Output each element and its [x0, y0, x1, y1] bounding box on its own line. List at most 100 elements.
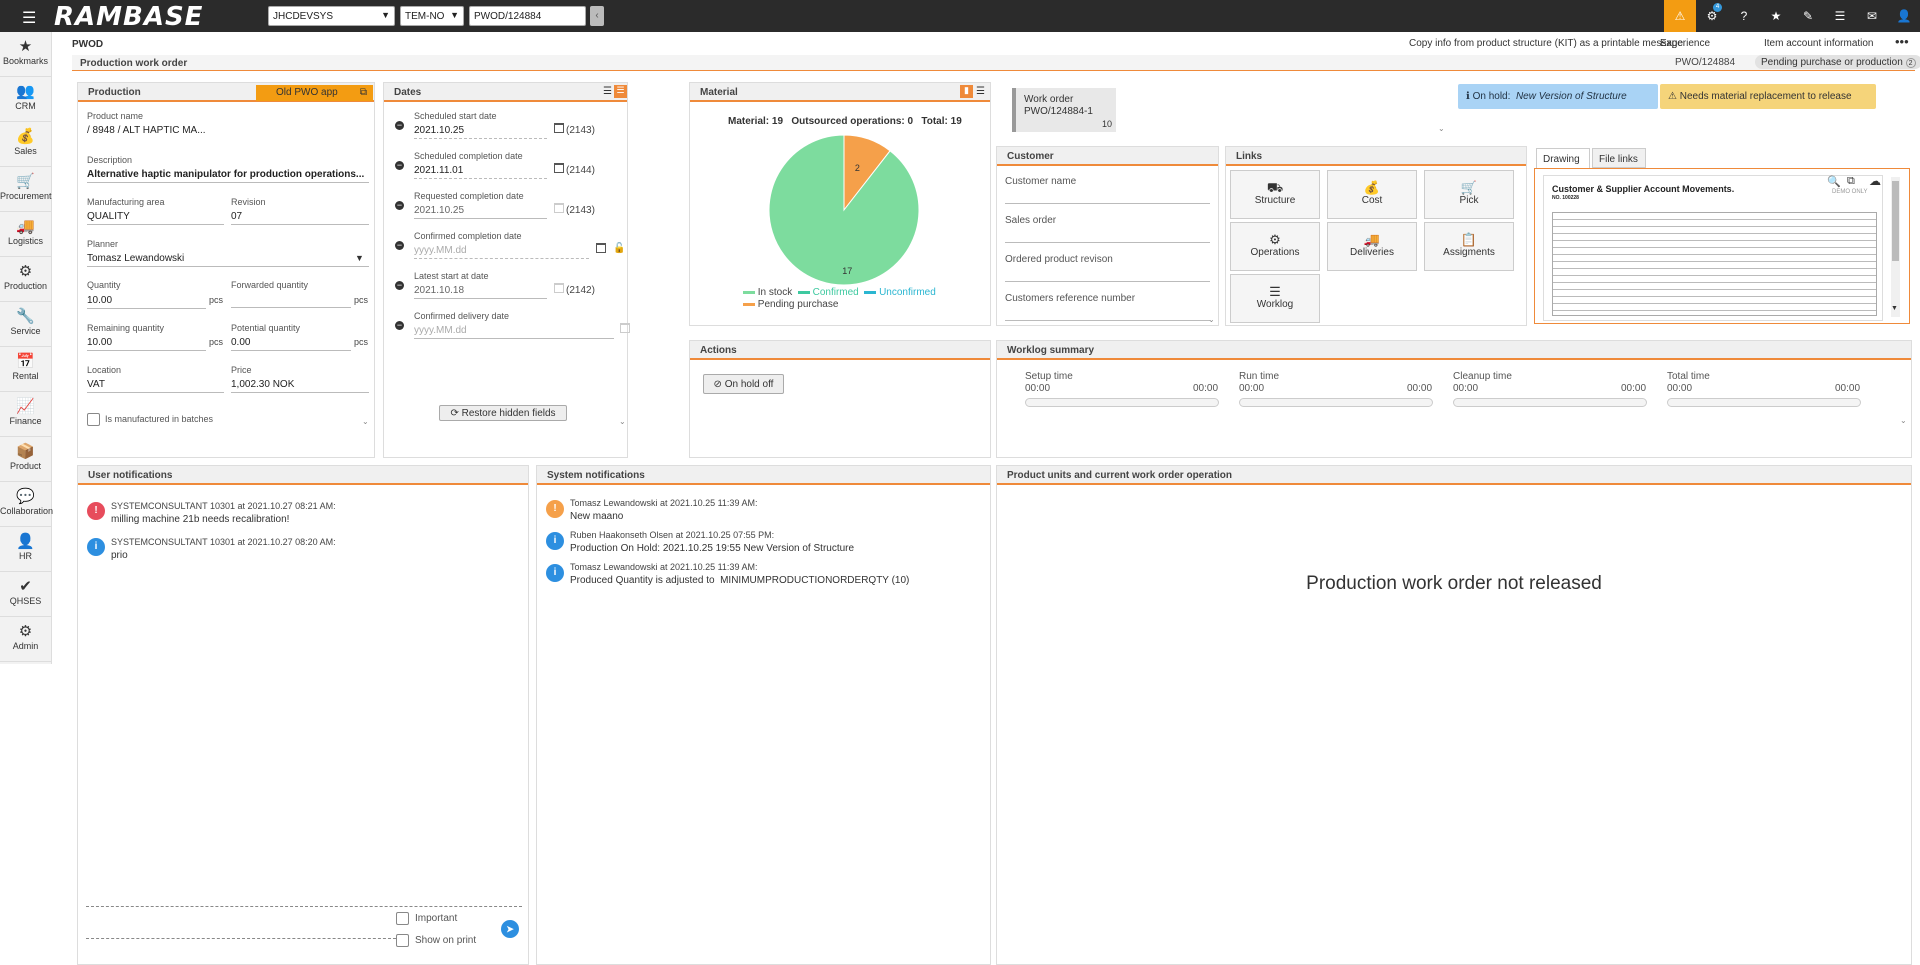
list-icon[interactable]: ☰: [1824, 0, 1856, 32]
sidebar-item-qhses[interactable]: ✔ QHSES: [0, 572, 51, 617]
customers-reference-field[interactable]: [1005, 320, 1210, 321]
chevron-down-icon[interactable]: ▼: [355, 253, 364, 263]
chart-view-icon[interactable]: ▮: [960, 85, 973, 98]
sidebar-item-crm[interactable]: 👥 CRM: [0, 77, 51, 122]
mail-icon[interactable]: ✉: [1856, 0, 1888, 32]
sidebar-item-rental[interactable]: 📅 Rental: [0, 347, 51, 392]
menu-item-account[interactable]: Item account information: [1764, 38, 1874, 49]
confirmed-completion-date-field[interactable]: yyyy.MM.dd: [414, 245, 589, 259]
unlock-icon[interactable]: 🔓: [613, 243, 625, 254]
sidebar-item-collaboration[interactable]: 💬 Collaboration: [0, 482, 53, 527]
drawing-document[interactable]: Customer & Supplier Account Movements. N…: [1543, 175, 1883, 321]
back-button[interactable]: ‹: [590, 6, 604, 26]
tab-file-links[interactable]: File links: [1592, 148, 1646, 168]
remove-date-icon[interactable]: −: [395, 201, 404, 210]
remove-date-icon[interactable]: −: [395, 121, 404, 130]
more-options-icon[interactable]: •••: [1895, 34, 1909, 49]
operations-button[interactable]: ⚙ Operations: [1230, 222, 1320, 271]
calendar-icon[interactable]: [554, 123, 564, 133]
tasks-icon[interactable]: ⚙ 4: [1696, 0, 1728, 32]
show-on-print-checkbox[interactable]: [396, 934, 409, 947]
planner-select[interactable]: Tomasz Lewandowski: [87, 253, 369, 267]
scrollbar-thumb[interactable]: [1892, 181, 1899, 261]
assigments-button[interactable]: 📋 Assigments: [1424, 222, 1514, 271]
expand-chevron-icon[interactable]: ⌄: [1208, 315, 1215, 324]
expand-chevron-icon[interactable]: ⌄: [619, 417, 626, 426]
remaining-quantity-field[interactable]: 10.00: [87, 337, 206, 351]
sidebar-item-production[interactable]: ⚙ Production: [0, 257, 51, 302]
price-field[interactable]: 1,002.30 NOK: [231, 379, 369, 393]
important-checkbox[interactable]: [396, 912, 409, 925]
ordered-product-revision-field[interactable]: [1005, 281, 1210, 282]
menu-copy-info[interactable]: Copy info from product structure (KIT) a…: [1409, 38, 1683, 49]
object-search-input[interactable]: PWOD/124884: [469, 6, 586, 26]
scheduled-completion-date-field[interactable]: 2021.11.01: [414, 165, 547, 179]
tab-drawing[interactable]: Drawing: [1536, 148, 1590, 168]
structure-button[interactable]: ⛟ Structure: [1230, 170, 1320, 219]
scroll-down-icon[interactable]: ▼: [1891, 305, 1898, 312]
sidebar-item-finance[interactable]: 📈 Finance: [0, 392, 51, 437]
help-icon[interactable]: ?: [1728, 0, 1760, 32]
remove-date-icon[interactable]: −: [395, 321, 404, 330]
expand-chevron-icon[interactable]: ⌄: [1438, 124, 1445, 133]
product-name-link[interactable]: / 8948 / ALT HAPTIC MA...: [87, 125, 223, 138]
database-select[interactable]: JHCDEVSYS ▼: [268, 6, 395, 26]
location-field[interactable]: VAT: [87, 379, 224, 393]
bookmark-icon[interactable]: ★: [1760, 0, 1792, 32]
message-input-line[interactable]: [86, 906, 522, 907]
menu-experience[interactable]: Experience: [1660, 38, 1710, 49]
sales-order-field[interactable]: [1005, 242, 1210, 243]
batches-checkbox[interactable]: [87, 413, 100, 426]
list-view-icon[interactable]: ☰: [976, 86, 985, 97]
cost-button[interactable]: 💰 Cost: [1327, 170, 1417, 219]
work-order-card[interactable]: Work order PWO/124884-1 10: [1012, 88, 1116, 132]
sidebar-item-logistics[interactable]: 🚚 Logistics: [0, 212, 51, 257]
pie-slice-in-stock[interactable]: [768, 134, 920, 286]
attachment-icon[interactable]: ✎: [1792, 0, 1824, 32]
send-icon[interactable]: ➤: [501, 920, 519, 938]
open-external-icon[interactable]: ⧉: [1847, 175, 1855, 188]
company-select[interactable]: TEM-NO ▼: [400, 6, 464, 26]
restore-hidden-fields-button[interactable]: ⟳ Restore hidden fields: [439, 405, 567, 421]
old-pwo-app-button[interactable]: Old PWO app ⧉: [256, 85, 373, 101]
customer-name-field[interactable]: [1005, 203, 1210, 204]
warning-icon[interactable]: ⚠: [1664, 0, 1696, 32]
remove-date-icon[interactable]: −: [395, 281, 404, 290]
expand-chevron-icon[interactable]: ⌄: [1900, 416, 1907, 425]
quantity-field[interactable]: 10.00: [87, 295, 206, 309]
on-hold-off-button[interactable]: ⊘ On hold off: [703, 374, 784, 394]
sidebar-item-hr[interactable]: 👤 HR: [0, 527, 51, 572]
pick-label: Pick: [1459, 195, 1479, 206]
scheduled-start-date-field[interactable]: 2021.10.25: [414, 125, 547, 139]
message-input[interactable]: [86, 938, 396, 939]
deliveries-button[interactable]: 🚚 Deliveries: [1327, 222, 1417, 271]
sidebar-item-admin[interactable]: ⚙ Admin: [0, 617, 51, 662]
legend-pending-purchase: Pending purchase: [757, 299, 839, 310]
description-field[interactable]: Alternative haptic manipulator for produ…: [87, 169, 369, 183]
worklog-button[interactable]: ☰ Worklog: [1230, 274, 1320, 323]
remove-date-icon[interactable]: −: [395, 241, 404, 250]
drawing-scrollbar[interactable]: ▼: [1891, 177, 1900, 317]
list-view-icon[interactable]: ☰: [603, 86, 612, 97]
hamburger-menu-icon[interactable]: ☰: [22, 8, 36, 28]
calendar-icon[interactable]: [554, 163, 564, 173]
sidebar-item-bookmarks[interactable]: ★ Bookmarks: [0, 32, 51, 77]
cloud-download-icon[interactable]: ☁: [1869, 174, 1881, 188]
expand-chevron-icon[interactable]: ⌄: [362, 417, 369, 426]
manufacturing-area-field[interactable]: QUALITY: [87, 211, 224, 225]
forwarded-quantity-field[interactable]: [231, 295, 351, 308]
pick-button[interactable]: 🛒 Pick: [1424, 170, 1514, 219]
calendar-icon[interactable]: [596, 243, 606, 253]
detail-view-icon[interactable]: ☰: [614, 85, 627, 98]
potential-quantity-field[interactable]: 0.00: [231, 337, 351, 351]
remove-date-icon[interactable]: −: [395, 161, 404, 170]
revision-field[interactable]: 07: [231, 211, 369, 225]
sidebar-item-product[interactable]: 📦 Product: [0, 437, 51, 482]
sidebar-item-label: Logistics: [7, 236, 43, 246]
quantity-label: Quantity: [87, 280, 121, 290]
sidebar-item-procurement[interactable]: 🛒 Procurement: [0, 167, 52, 212]
sidebar-item-sales[interactable]: 💰 Sales: [0, 122, 51, 167]
sidebar-item-service[interactable]: 🔧 Service: [0, 302, 51, 347]
user-icon[interactable]: 👤: [1888, 0, 1920, 32]
search-icon[interactable]: 🔍: [1827, 175, 1841, 188]
